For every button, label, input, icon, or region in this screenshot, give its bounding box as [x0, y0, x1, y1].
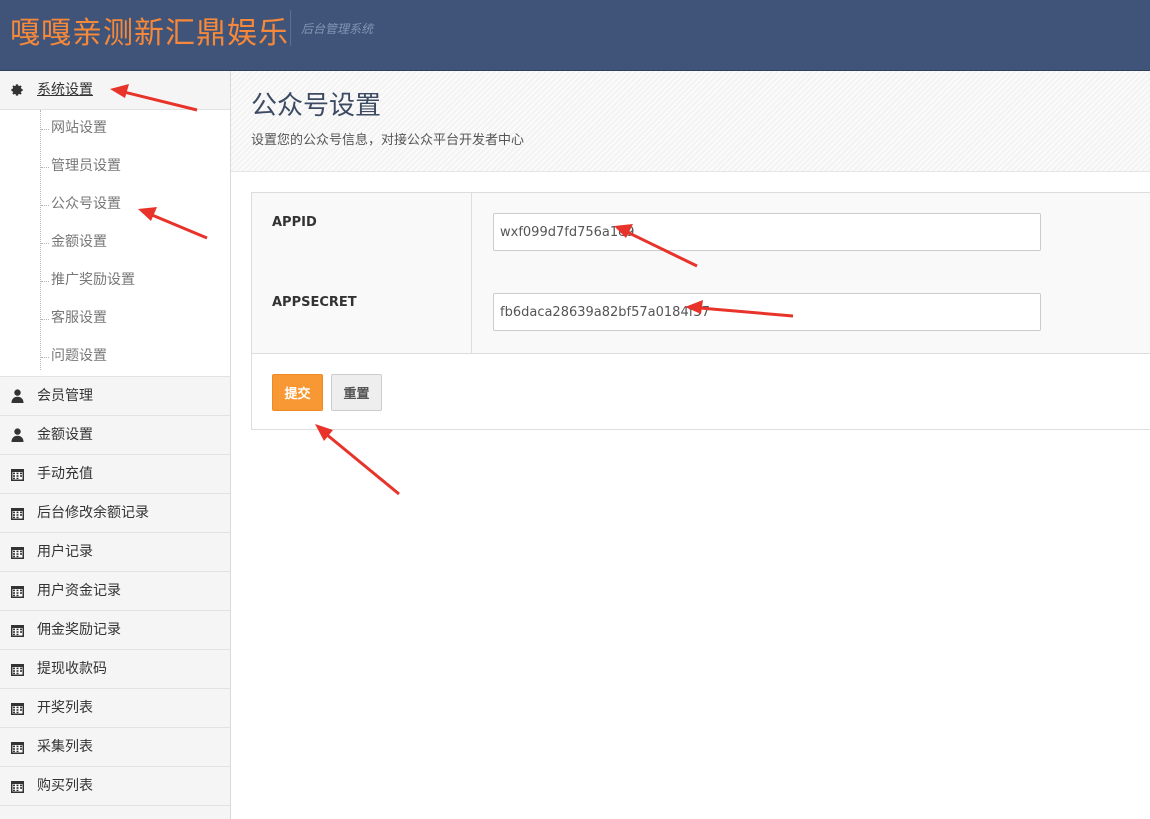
sidebar-item-label: 后台修改余额记录 — [37, 505, 149, 521]
submenu-item-official-account[interactable]: 公众号设置 — [0, 186, 230, 224]
submenu-item-label: 公众号设置 — [51, 196, 121, 212]
form-label-cell: APPID — [252, 193, 472, 273]
sidebar: 系统设置 网站设置 管理员设置 公众号设置 金额设置 推广奖励设置 客服设置 问… — [0, 71, 231, 819]
sidebar-item-label: 购买列表 — [37, 778, 93, 794]
sidebar-item-collection-list[interactable]: 采集列表 — [0, 728, 230, 767]
user-icon — [9, 427, 25, 443]
sidebar-item-balance-edit-log[interactable]: 后台修改余额记录 — [0, 494, 230, 533]
submenu-item-amount[interactable]: 金额设置 — [0, 224, 230, 262]
sidebar-item-purchase-list[interactable]: 购买列表 — [0, 767, 230, 806]
page-description: 设置您的公众号信息，对接公众平台开发者中心 — [251, 133, 525, 148]
calendar-icon — [9, 661, 25, 677]
submenu-item-label: 客服设置 — [51, 310, 107, 326]
appid-label: APPID — [272, 215, 317, 230]
page-title: 公众号设置 — [251, 91, 382, 121]
submenu-item-label: 问题设置 — [51, 348, 107, 364]
form-label-cell: APPSECRET — [252, 273, 472, 353]
arrow-annotation-submit — [315, 424, 400, 496]
submenu-item-label: 推广奖励设置 — [51, 272, 135, 288]
sidebar-item-label: 系统设置 — [37, 82, 93, 98]
form-value-cell — [473, 273, 1150, 353]
sidebar-item-amount-settings[interactable]: 金额设置 — [0, 416, 230, 455]
submenu-item-promotion-reward[interactable]: 推广奖励设置 — [0, 262, 230, 300]
sidebar-item-members[interactable]: 会员管理 — [0, 377, 230, 416]
sidebar-item-label: 开奖列表 — [37, 700, 93, 716]
appsecret-input[interactable] — [493, 293, 1041, 331]
header-subtitle: 后台管理系统 — [301, 22, 374, 36]
form-row-appsecret: APPSECRET — [252, 273, 1150, 354]
appid-input[interactable] — [493, 213, 1041, 251]
calendar-icon — [9, 583, 25, 599]
brand-title[interactable]: 嘎嘎亲测新汇鼎娱乐 — [10, 14, 289, 54]
calendar-icon — [9, 466, 25, 482]
submenu-item-website[interactable]: 网站设置 — [0, 110, 230, 148]
gear-icon — [9, 82, 25, 98]
page-header: 公众号设置 设置您的公众号信息，对接公众平台开发者中心 — [231, 71, 1150, 172]
sidebar-item-withdraw-qrcode[interactable]: 提现收款码 — [0, 650, 230, 689]
sidebar-item-label: 采集列表 — [37, 739, 93, 755]
sidebar-item-label: 用户资金记录 — [37, 583, 121, 599]
sidebar-item-lottery-list[interactable]: 开奖列表 — [0, 689, 230, 728]
sidebar-item-label: 会员管理 — [37, 388, 93, 404]
calendar-icon — [9, 622, 25, 638]
form-value-cell — [473, 193, 1150, 273]
top-header: 嘎嘎亲测新汇鼎娱乐 后台管理系统 — [0, 0, 1150, 71]
sidebar-item-manual-recharge[interactable]: 手动充值 — [0, 455, 230, 494]
settings-form: APPID APPSECRET 提交 重置 — [251, 192, 1150, 430]
calendar-icon — [9, 544, 25, 560]
submenu-item-label: 金额设置 — [51, 234, 107, 250]
calendar-icon — [9, 505, 25, 521]
submit-button[interactable]: 提交 — [272, 374, 323, 411]
calendar-icon — [9, 700, 25, 716]
sidebar-item-user-funds-records[interactable]: 用户资金记录 — [0, 572, 230, 611]
submenu-item-customer-service[interactable]: 客服设置 — [0, 300, 230, 338]
calendar-icon — [9, 778, 25, 794]
header-divider — [290, 10, 291, 46]
user-icon — [9, 388, 25, 404]
sidebar-item-more[interactable] — [0, 806, 230, 819]
form-row-appid: APPID — [252, 193, 1150, 274]
sidebar-item-label: 佣金奖励记录 — [37, 622, 121, 638]
sidebar-item-user-records[interactable]: 用户记录 — [0, 533, 230, 572]
sidebar-item-label: 手动充值 — [37, 466, 93, 482]
appsecret-label: APPSECRET — [272, 295, 357, 310]
sidebar-item-commission-records[interactable]: 佣金奖励记录 — [0, 611, 230, 650]
submenu-item-label: 管理员设置 — [51, 158, 121, 174]
submenu-item-admin[interactable]: 管理员设置 — [0, 148, 230, 186]
sidebar-item-label: 用户记录 — [37, 544, 93, 560]
submenu-item-questions[interactable]: 问题设置 — [0, 338, 230, 376]
settings-submenu: 网站设置 管理员设置 公众号设置 金额设置 推广奖励设置 客服设置 问题设置 — [0, 110, 230, 377]
sidebar-item-label: 金额设置 — [37, 427, 93, 443]
sidebar-item-label: 提现收款码 — [37, 661, 107, 677]
sidebar-item-system-settings[interactable]: 系统设置 — [0, 71, 230, 110]
submenu-item-label: 网站设置 — [51, 120, 107, 136]
calendar-icon — [9, 739, 25, 755]
reset-button[interactable]: 重置 — [331, 374, 382, 411]
